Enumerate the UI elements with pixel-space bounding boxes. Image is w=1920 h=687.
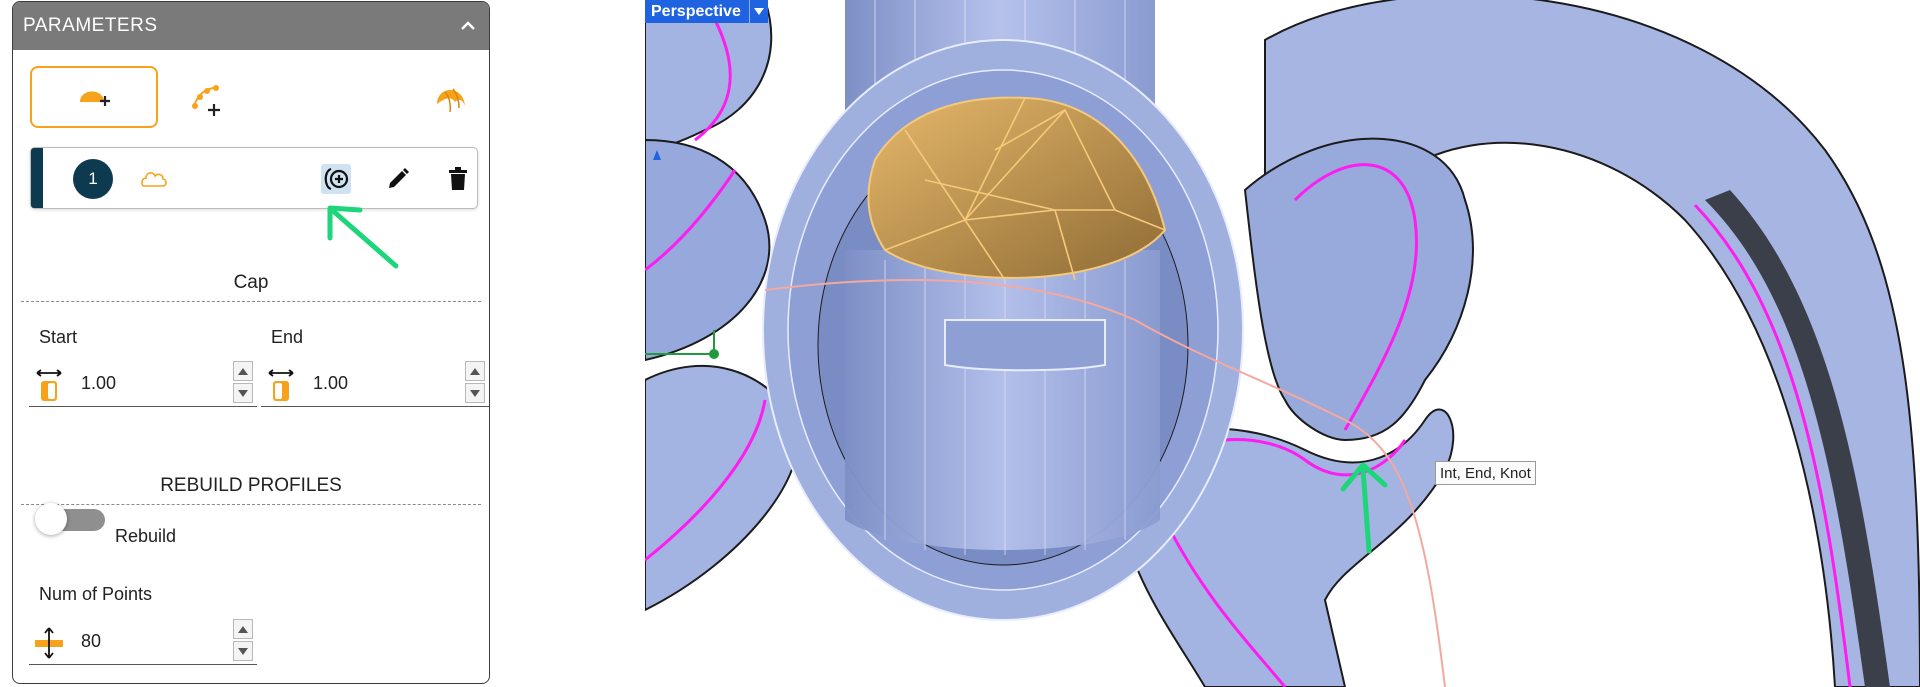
num-points-icon: [35, 627, 63, 659]
end-decrement-button[interactable]: [465, 383, 485, 403]
cap-section-title: Cap: [233, 272, 269, 293]
cap-start-field[interactable]: 1.00: [29, 359, 257, 407]
num-points-value[interactable]: 80: [81, 631, 101, 652]
parameters-panel: PARAMETERS 1 Cap Start 1.00 End 1.00 REB…: [12, 1, 490, 684]
profile-number-badge: 1: [73, 159, 113, 199]
rebuild-toggle[interactable]: [35, 503, 107, 535]
cap-end-value[interactable]: 1.00: [313, 373, 348, 394]
annotation-arrow-icon: [1340, 462, 1388, 554]
num-points-field[interactable]: 80: [29, 617, 257, 665]
viewport-name[interactable]: Perspective: [645, 3, 749, 21]
model-render: [645, 0, 1920, 687]
profile-list-item[interactable]: 1: [30, 147, 478, 209]
cap-divider: [21, 301, 481, 302]
end-increment-button[interactable]: [465, 361, 485, 381]
viewport-label[interactable]: Perspective: [645, 0, 768, 23]
end-spinner: [465, 361, 485, 405]
add-ring-icon: [324, 167, 349, 191]
trash-icon: [449, 167, 467, 190]
start-spinner: [233, 361, 253, 405]
chevron-up-icon[interactable]: [459, 17, 477, 35]
start-decrement-button[interactable]: [233, 383, 253, 403]
points-add-icon: [192, 85, 220, 116]
num-points-label: Num of Points: [39, 584, 153, 604]
delete-profile-button[interactable]: [443, 164, 473, 194]
start-label: Start: [39, 327, 78, 347]
rebuild-label: Rebuild: [115, 526, 177, 546]
annotation-arrow-icon: [327, 205, 399, 269]
toggle-knob: [35, 503, 67, 535]
cap-start-icon: [36, 369, 62, 401]
points-spinner: [233, 619, 253, 663]
cap-shape-icon: [437, 88, 465, 113]
rebuild-section-title: REBUILD PROFILES: [160, 475, 342, 496]
cap-shape-button[interactable]: [433, 80, 469, 116]
edit-profile-button[interactable]: [383, 164, 413, 194]
cloud-outline-icon: [141, 172, 167, 187]
panel-header[interactable]: PARAMETERS: [13, 2, 489, 50]
points-decrement-button[interactable]: [233, 641, 253, 661]
panel-title: PARAMETERS: [23, 15, 158, 36]
cap-end-field[interactable]: 1.00: [261, 359, 489, 407]
cap-end-icon: [268, 369, 294, 401]
add-points-mode-button[interactable]: [188, 80, 228, 120]
cap-add-icon: [80, 91, 110, 106]
start-increment-button[interactable]: [233, 361, 253, 381]
perspective-viewport[interactable]: Perspective Int, End, Knot: [645, 0, 1920, 687]
add-cap-mode-button[interactable]: [30, 66, 158, 128]
edit-pencil-icon: [389, 168, 409, 188]
points-increment-button[interactable]: [233, 619, 253, 639]
end-label: End: [271, 327, 304, 347]
osnap-tooltip: Int, End, Knot: [1435, 461, 1536, 485]
viewport-menu-button[interactable]: [748, 0, 768, 23]
add-profile-button[interactable]: [321, 164, 351, 194]
row-selection-accent: [31, 148, 43, 208]
dropdown-arrow-icon: [753, 8, 764, 15]
cap-start-value[interactable]: 1.00: [81, 373, 116, 394]
